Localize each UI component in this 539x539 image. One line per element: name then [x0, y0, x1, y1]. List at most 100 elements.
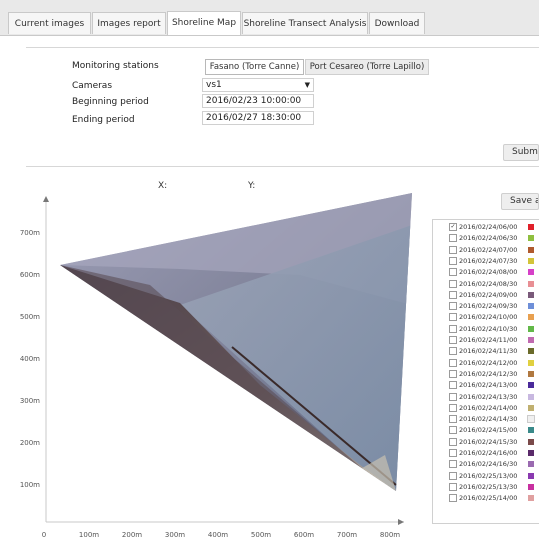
legend-item[interactable]: 2016/02/24/11/00 [449, 335, 534, 345]
legend-item[interactable]: 2016/02/24/15/30 [449, 437, 534, 447]
legend-color-swatch [528, 269, 534, 276]
station-fasano-button[interactable]: Fasano (Torre Canne) [205, 59, 304, 75]
legend-item[interactable]: 2016/02/24/16/30 [449, 459, 534, 469]
legend-item-label: 2016/02/24/10/30 [459, 324, 518, 333]
legend-item-label: 2016/02/24/07/30 [459, 256, 518, 265]
cameras-label: Cameras [72, 81, 113, 91]
x-tick-label: 300m [165, 531, 185, 539]
legend-item-label: 2016/02/24/16/30 [459, 460, 518, 469]
camera-select[interactable]: vs1 ▼ [202, 78, 314, 92]
legend-checkbox[interactable] [449, 392, 457, 401]
legend-item[interactable]: 2016/02/24/14/00 [449, 403, 534, 413]
legend-checkbox[interactable] [449, 460, 457, 469]
legend-checkbox[interactable]: ✓ [449, 223, 457, 231]
legend-item[interactable]: 2016/02/24/07/30 [449, 256, 534, 266]
legend-item[interactable]: 2016/02/25/14/00 [449, 493, 534, 503]
y-tick-label: 300m [20, 397, 40, 405]
beginning-period-input[interactable]: 2016/02/23 10:00:00 [202, 94, 314, 108]
save-as-button[interactable]: Save as [501, 193, 539, 210]
legend-checkbox[interactable] [449, 358, 457, 367]
x-tick-label: 100m [79, 531, 99, 539]
legend-item[interactable]: 2016/02/24/11/30 [449, 346, 534, 356]
legend-item[interactable]: 2016/02/24/13/00 [449, 380, 534, 390]
legend-item-label: 2016/02/25/14/00 [459, 494, 518, 503]
legend-checkbox[interactable] [449, 268, 457, 277]
legend-item[interactable]: 2016/02/24/10/00 [449, 312, 534, 322]
camera-select-value: vs1 [206, 80, 222, 90]
station-port-cesareo-button[interactable]: Port Cesareo (Torre Lapillo) [305, 59, 429, 75]
legend-checkbox[interactable] [449, 256, 457, 265]
legend-item-label: 2016/02/24/13/30 [459, 392, 518, 401]
legend-item-label: 2016/02/24/12/30 [459, 369, 518, 378]
legend-color-swatch [528, 348, 534, 355]
legend-item[interactable]: 2016/02/25/13/00 [449, 471, 534, 481]
x-tick-label: 0 [42, 531, 46, 539]
legend-checkbox[interactable] [449, 403, 457, 412]
legend-color-swatch [528, 246, 534, 253]
legend-checkbox[interactable] [449, 245, 457, 254]
legend-checkbox[interactable] [449, 234, 457, 243]
legend-item[interactable]: 2016/02/24/07/00 [449, 245, 534, 255]
legend-item[interactable]: 2016/02/24/12/00 [449, 358, 534, 368]
legend-checkbox[interactable] [449, 369, 457, 378]
legend-checkbox[interactable] [449, 313, 457, 322]
legend-color-swatch [528, 257, 534, 264]
tab-current-images[interactable]: Current images [8, 12, 91, 34]
tab-shoreline-transect-analysis[interactable]: Shoreline Transect Analysis [242, 12, 368, 34]
legend-item[interactable]: 2016/02/24/10/30 [449, 324, 534, 334]
legend-color-swatch [528, 461, 534, 468]
legend-item[interactable]: 2016/02/24/14/30 [449, 414, 535, 424]
legend-checkbox[interactable] [449, 426, 457, 435]
legend-checkbox[interactable] [449, 336, 457, 344]
legend-item[interactable]: 2016/02/24/06/30 [449, 233, 534, 243]
legend-checkbox[interactable] [449, 471, 457, 480]
ending-period-label: Ending period [72, 115, 135, 125]
legend-checkbox[interactable] [449, 324, 457, 333]
legend-item[interactable]: 2016/02/24/09/30 [449, 301, 534, 311]
legend-color-swatch [528, 382, 534, 389]
legend-color-swatch [528, 483, 534, 490]
legend-color-swatch [528, 370, 534, 377]
legend-item[interactable]: 2016/02/24/09/00 [449, 290, 534, 300]
legend-color-swatch [528, 325, 534, 332]
legend-item[interactable]: 2016/02/24/12/30 [449, 369, 534, 379]
legend-item-label: 2016/02/24/11/00 [459, 336, 518, 344]
legend-item[interactable]: 2016/02/24/16/00 [449, 448, 534, 458]
y-axis-arrow-icon [43, 196, 49, 202]
tab-download[interactable]: Download [369, 12, 425, 34]
legend-item[interactable]: 2016/02/24/15/00 [449, 425, 534, 435]
legend-checkbox[interactable] [449, 449, 457, 457]
legend-color-swatch [528, 450, 534, 456]
legend-item[interactable]: 2016/02/24/08/00 [449, 267, 534, 277]
y-tick-label: 200m [20, 439, 40, 447]
legend-item[interactable]: 2016/02/25/13/30 [449, 482, 534, 492]
legend-item-label: 2016/02/24/06/30 [459, 234, 518, 243]
ending-period-input[interactable]: 2016/02/27 18:30:00 [202, 111, 314, 125]
y-tick-label: 100m [20, 481, 40, 489]
legend-checkbox[interactable] [449, 347, 457, 356]
submit-button[interactable]: Submit [503, 144, 539, 161]
legend-color-swatch [528, 438, 534, 445]
x-tick-label: 200m [122, 531, 142, 539]
legend-checkbox[interactable] [449, 279, 457, 288]
legend-color-swatch [528, 303, 534, 310]
legend-color-swatch [528, 235, 534, 242]
legend-checkbox[interactable] [449, 494, 457, 503]
legend-item[interactable]: 2016/02/24/13/30 [449, 392, 534, 402]
y-tick-label: 500m [20, 313, 40, 321]
shoreline-map-plot[interactable]: 0 100m 200m 300m 400m 500m 600m 700m 800… [0, 185, 430, 539]
legend-checkbox[interactable] [449, 415, 457, 424]
legend-item-label: 2016/02/24/15/30 [459, 437, 518, 446]
legend-checkbox[interactable] [449, 482, 457, 491]
tab-images-report[interactable]: Images report [92, 12, 166, 34]
legend-color-swatch [528, 224, 534, 230]
legend-checkbox[interactable] [449, 302, 457, 311]
legend-checkbox[interactable] [449, 437, 457, 446]
legend-item-label: 2016/02/24/06/00 [459, 223, 518, 231]
legend-checkbox[interactable] [449, 290, 457, 299]
legend-item-label: 2016/02/24/13/00 [459, 381, 518, 390]
legend-item[interactable]: ✓ 2016/02/24/06/00 [449, 222, 534, 232]
legend-checkbox[interactable] [449, 381, 457, 390]
legend-item[interactable]: 2016/02/24/08/30 [449, 279, 534, 289]
tab-shoreline-map[interactable]: Shoreline Map [167, 11, 241, 35]
